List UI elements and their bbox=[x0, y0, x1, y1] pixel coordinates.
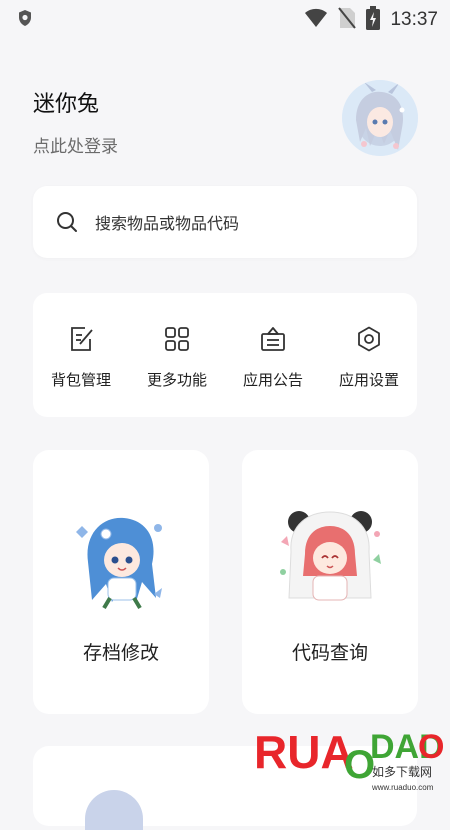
card-label: 代码查询 bbox=[291, 642, 368, 664]
panda-hood-girl-illustration bbox=[275, 502, 385, 612]
search-placeholder: 搜索物品或物品代码 bbox=[95, 214, 240, 233]
status-bar: 13:37 bbox=[0, 0, 450, 36]
svg-text:RUA: RUA bbox=[254, 726, 354, 778]
code-lookup-card[interactable]: 代码查询 bbox=[242, 450, 418, 714]
watermark-logo: RUA O DAD O 如多下载网 www.ruaduo.com bbox=[252, 718, 450, 800]
save-edit-card[interactable]: 存档修改 bbox=[33, 450, 209, 714]
more-functions-button[interactable]: 更多功能 bbox=[129, 293, 225, 417]
announcement-icon bbox=[259, 325, 287, 353]
battery-charging-icon bbox=[366, 6, 381, 34]
card-thumbnail bbox=[85, 790, 143, 830]
avatar[interactable] bbox=[342, 80, 418, 156]
app-settings-button[interactable]: 应用设置 bbox=[321, 293, 417, 417]
func-label: 更多功能 bbox=[146, 371, 207, 389]
grid-icon bbox=[163, 325, 191, 353]
no-sim-icon bbox=[338, 7, 357, 33]
svg-text:O: O bbox=[418, 728, 444, 766]
search-bar[interactable]: 搜索物品或物品代码 bbox=[33, 186, 417, 258]
func-label: 背包管理 bbox=[50, 371, 111, 389]
search-icon bbox=[55, 210, 79, 234]
func-label: 应用设置 bbox=[338, 371, 399, 389]
backpack-management-button[interactable]: 背包管理 bbox=[33, 293, 129, 417]
profile-header[interactable]: 迷你兔 点此处登录 bbox=[33, 86, 118, 157]
func-label: 应用公告 bbox=[242, 371, 303, 389]
user-nickname: 迷你兔 bbox=[33, 92, 100, 117]
wifi-icon bbox=[304, 8, 328, 32]
quick-functions-panel: 背包管理 更多功能 应用公告 应用设置 bbox=[33, 293, 417, 417]
app-announcement-button[interactable]: 应用公告 bbox=[225, 293, 321, 417]
hexagon-settings-icon bbox=[355, 325, 383, 353]
shield-icon bbox=[17, 9, 33, 31]
login-link[interactable]: 点此处登录 bbox=[33, 132, 118, 157]
blue-hair-girl-illustration bbox=[66, 502, 176, 612]
edit-note-icon bbox=[67, 325, 95, 353]
card-label: 存档修改 bbox=[82, 642, 159, 664]
status-time: 13:37 bbox=[390, 9, 438, 30]
svg-text:如多下载网: 如多下载网 bbox=[372, 764, 432, 779]
svg-text:www.ruaduo.com: www.ruaduo.com bbox=[371, 783, 434, 792]
